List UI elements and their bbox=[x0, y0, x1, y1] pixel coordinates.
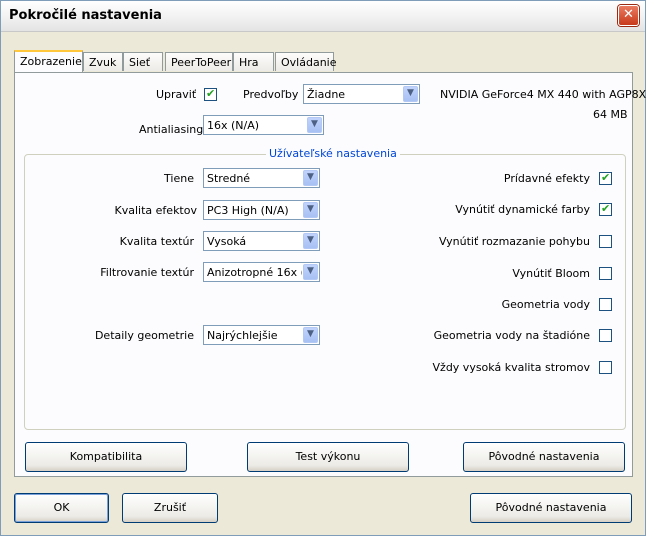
upravit-label: Upraviť bbox=[156, 88, 197, 101]
dynamicke-farby-label: Vynútiť dynamické farby bbox=[455, 203, 590, 216]
filtrovanie-textur-select[interactable]: Anizotropné 16x (N/A) ▼ bbox=[203, 262, 320, 282]
predvolby-value: Žiadne bbox=[307, 88, 346, 101]
bloom-label: Vynútiť Bloom bbox=[512, 267, 590, 280]
kvalita-efektov-select[interactable]: PC3 High (N/A) ▼ bbox=[203, 200, 320, 220]
kvalita-efektov-value: PC3 High (N/A) bbox=[207, 204, 289, 217]
chevron-down-icon: ▼ bbox=[307, 117, 322, 133]
checkmark-icon: ✔ bbox=[206, 87, 216, 100]
kvalita-textur-select[interactable]: Vysoká ▼ bbox=[203, 231, 320, 251]
tab-ovladanie[interactable]: Ovládanie bbox=[275, 52, 336, 71]
user-settings-title: Užívateľské nastavenia bbox=[266, 147, 400, 160]
dialog-window: Pokročilé nastavenia ✕ Zobrazenie Zvuk S… bbox=[0, 0, 646, 536]
tab-peertopeer[interactable]: PeerToPeer bbox=[165, 52, 233, 71]
predvolby-select[interactable]: Žiadne ▼ bbox=[303, 84, 420, 104]
detaily-geometrie-label: Detaily geometrie bbox=[94, 329, 194, 342]
predvolby-label: Predvoľby bbox=[243, 88, 299, 101]
title-bar[interactable]: Pokročilé nastavenia ✕ bbox=[1, 1, 645, 32]
geometria-vody-label: Geometria vody bbox=[501, 298, 590, 311]
detaily-geometrie-value: Najrýchlejšie bbox=[207, 329, 278, 342]
rozmazanie-pohybu-checkbox[interactable] bbox=[599, 235, 612, 248]
tiene-value: Stredné bbox=[207, 172, 251, 185]
compatibility-button[interactable]: Kompatibilita bbox=[25, 442, 187, 472]
close-button[interactable]: ✕ bbox=[618, 5, 639, 26]
user-settings-group bbox=[24, 154, 626, 430]
rozmazanie-pohybu-label: Vynútiť rozmazanie pohybu bbox=[438, 235, 590, 248]
upravit-checkbox[interactable]: ✔ bbox=[204, 87, 217, 101]
kvalita-efektov-label: Kvalita efektov bbox=[114, 204, 197, 217]
window-title: Pokročilé nastavenia bbox=[9, 8, 162, 23]
dynamicke-farby-checkbox[interactable]: ✔ bbox=[599, 202, 612, 216]
restore-defaults-panel-button[interactable]: Pôvodné nastavenia bbox=[463, 442, 625, 472]
checkmark-icon: ✔ bbox=[601, 202, 611, 215]
kvalita-stromov-checkbox[interactable] bbox=[599, 361, 612, 374]
tab-zvuk[interactable]: Zvuk bbox=[83, 52, 123, 71]
kvalita-stromov-label: Vždy vysoká kvalita stromov bbox=[432, 361, 590, 374]
detaily-geometrie-select[interactable]: Najrýchlejšie ▼ bbox=[203, 325, 320, 345]
close-icon: ✕ bbox=[623, 7, 634, 22]
gpu-name: NVIDIA GeForce4 MX 440 with AGP8X bbox=[440, 88, 647, 101]
chevron-down-icon: ▼ bbox=[303, 264, 318, 280]
geometria-vody-stadion-label: Geometria vody na štadióne bbox=[433, 329, 590, 342]
chevron-down-icon: ▼ bbox=[303, 202, 318, 218]
restore-defaults-button[interactable]: Pôvodné nastavenia bbox=[470, 493, 632, 523]
pridavne-efekty-label: Prídavné efekty bbox=[503, 172, 590, 185]
kvalita-textur-value: Vysoká bbox=[207, 235, 247, 248]
filtrovanie-textur-label: Filtrovanie textúr bbox=[100, 266, 194, 279]
cancel-button[interactable]: Zrušiť bbox=[122, 493, 218, 523]
tab-hra[interactable]: Hra bbox=[233, 52, 274, 71]
tiene-select[interactable]: Stredné ▼ bbox=[203, 168, 320, 188]
chevron-down-icon: ▼ bbox=[303, 170, 318, 186]
tab-zobrazenie[interactable]: Zobrazenie bbox=[14, 50, 83, 73]
filtrovanie-textur-value: Anizotropné 16x (N/A) bbox=[207, 266, 302, 279]
chevron-down-icon: ▼ bbox=[303, 327, 318, 343]
performance-test-button[interactable]: Test výkonu bbox=[247, 442, 409, 472]
tiene-label: Tiene bbox=[164, 172, 194, 185]
chevron-down-icon: ▼ bbox=[403, 86, 418, 102]
tab-siet[interactable]: Sieť bbox=[123, 52, 163, 71]
kvalita-textur-label: Kvalita textúr bbox=[119, 235, 194, 248]
checkmark-icon: ✔ bbox=[601, 171, 611, 184]
ok-button[interactable]: OK bbox=[14, 493, 109, 523]
antialiasing-select[interactable]: 16x (N/A) ▼ bbox=[203, 115, 324, 135]
antialiasing-value: 16x (N/A) bbox=[207, 119, 260, 132]
antialiasing-label: Antialiasing bbox=[139, 123, 204, 136]
geometria-vody-stadion-checkbox[interactable] bbox=[599, 329, 612, 342]
bloom-checkbox[interactable] bbox=[599, 267, 612, 280]
chevron-down-icon: ▼ bbox=[303, 233, 318, 249]
geometria-vody-checkbox[interactable] bbox=[599, 298, 612, 311]
pridavne-efekty-checkbox[interactable]: ✔ bbox=[599, 171, 612, 185]
gpu-memory: 64 MB bbox=[593, 108, 628, 121]
